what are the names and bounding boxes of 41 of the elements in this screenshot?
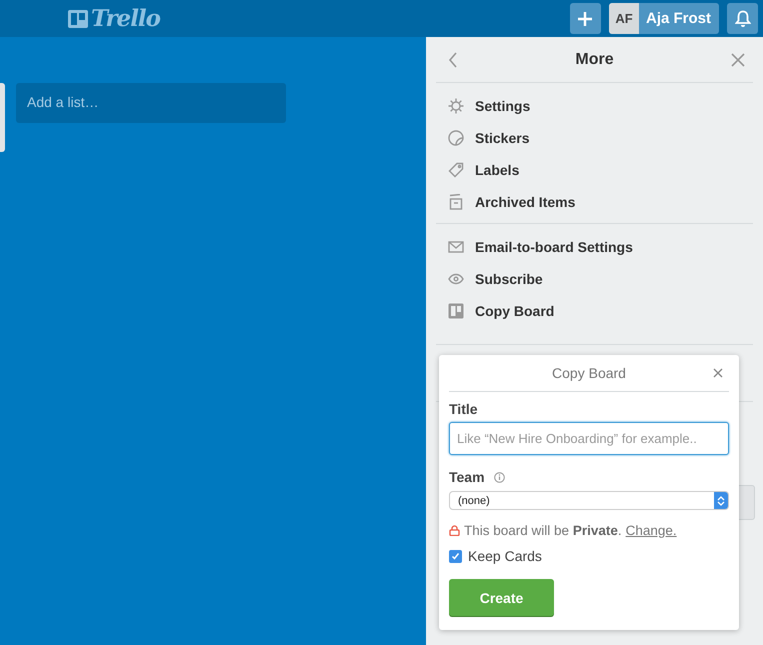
menu-item[interactable]: Copy Board <box>475 303 554 319</box>
menu-item[interactable]: Settings <box>475 98 530 114</box>
avatar: AF <box>608 3 639 34</box>
menu-item[interactable]: Email-to-board Settings <box>475 239 633 255</box>
board-icon <box>68 10 88 28</box>
plus-icon <box>577 10 594 26</box>
sticker-icon <box>448 130 464 146</box>
board-icon <box>448 303 464 319</box>
close-icon[interactable] <box>730 52 745 66</box>
field-label: Team <box>449 469 485 485</box>
keep-cards-checkbox[interactable] <box>449 550 462 562</box>
check-icon <box>451 552 460 560</box>
field-label: Title <box>449 401 479 417</box>
stepper-icon <box>714 492 728 509</box>
user-name: Aja Frost <box>644 9 712 29</box>
add-list-button[interactable]: Add a list… <box>16 83 286 123</box>
lock-icon <box>449 525 460 536</box>
menu-item[interactable]: Stickers <box>475 130 530 146</box>
team-select[interactable]: (none) <box>449 491 729 510</box>
menu-item[interactable]: Labels <box>475 162 520 178</box>
info-icon[interactable] <box>494 472 505 482</box>
add-button[interactable] <box>570 3 601 34</box>
bell-icon <box>734 10 750 28</box>
member-button[interactable]: AF Aja Frost <box>608 3 719 34</box>
change-link[interactable]: Change. <box>626 523 677 538</box>
eye-icon <box>448 271 464 287</box>
back-icon[interactable] <box>448 52 458 68</box>
sidebar-title: More <box>575 50 614 68</box>
popover-title: Copy Board <box>552 365 626 381</box>
privacy-text: This board will be Private. <box>464 523 622 538</box>
gear-icon <box>448 98 464 114</box>
archive-icon <box>448 194 464 210</box>
tag-icon <box>448 162 464 178</box>
list-card <box>0 83 5 152</box>
envelope-icon <box>448 239 464 255</box>
checkbox-label: Keep Cards <box>468 548 542 564</box>
close-icon[interactable] <box>713 368 723 378</box>
menu-item[interactable]: Subscribe <box>475 271 543 287</box>
notifications-button[interactable] <box>727 3 758 34</box>
title-input[interactable]: Like “New Hire Onboarding” for example.. <box>449 422 729 455</box>
menu-item[interactable]: Archived Items <box>475 194 576 210</box>
